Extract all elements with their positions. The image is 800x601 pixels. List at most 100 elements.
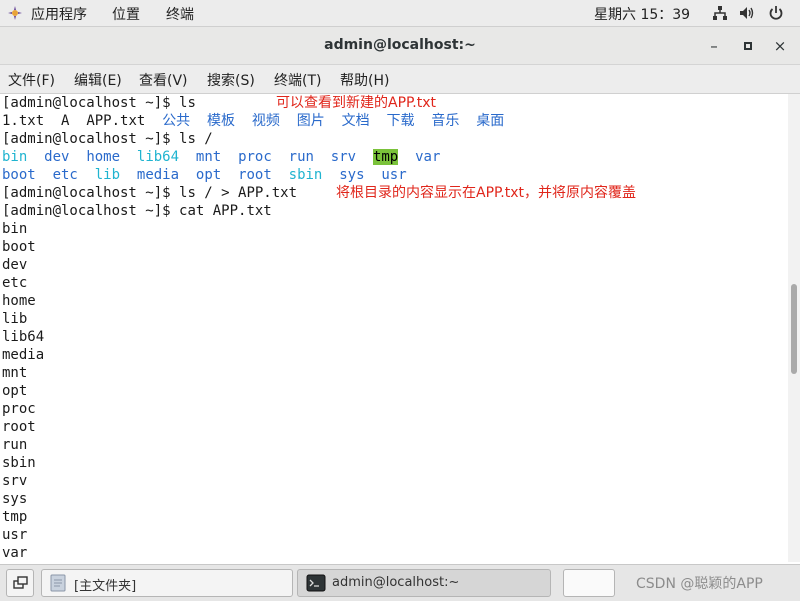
output-line: run [2,437,28,453]
output-line: opt [2,383,28,399]
show-desktop-button[interactable] [6,569,34,597]
output-line: home [2,293,36,309]
places-menu[interactable]: 位置 [112,4,140,24]
link-entry: sbin [288,167,323,183]
terminal-line: [admin@localhost ~]$ ls / > APP.txt [2,184,297,202]
watermark: CSDN @聪颖的APP [636,576,763,592]
taskbar: [主文件夹] admin@localhost:~ CSDN @聪颖的APP [0,564,800,601]
output-line: root [2,419,36,435]
minimize-button[interactable]: – [704,36,724,56]
output-line: usr [2,527,28,543]
prompt: [admin@localhost ~]$ [2,185,180,201]
output-line: etc [2,275,28,291]
dir-entry: 公共 [162,113,191,129]
file-entry: A [61,113,70,129]
dir-entry: 音乐 [431,113,460,129]
dir-entry-highlighted: tmp [372,149,399,165]
terminal-app-menu[interactable]: 终端 [166,4,194,24]
dir-entry: 模板 [207,113,236,129]
close-button[interactable]: × [770,36,790,56]
network-icon[interactable] [711,4,729,22]
dir-entry: srv [330,149,357,165]
terminal-line: [admin@localhost ~]$ cat APP.txt [2,202,272,220]
taskbar-item-home-folder[interactable]: [主文件夹] [41,569,293,597]
dir-entry: usr [381,167,407,183]
output-line: bin [2,221,28,237]
command: ls / > APP.txt [179,185,298,201]
link-entry: bin [2,149,28,165]
maximize-icon [744,42,752,50]
output-line: dev [2,257,28,273]
annotation-note: 将根目录的内容显示在APP.txt，并将原内容覆盖 [336,185,636,201]
output-line: lib [2,311,28,327]
apps-menu-icon[interactable] [7,5,23,21]
dir-entry: opt [195,167,222,183]
dir-entry: sys [339,167,365,183]
terminal-icon [306,574,326,592]
taskbar-item-label: [主文件夹] [74,579,137,594]
top-panel: 应用程序 位置 终端 星期六 15：39 [0,0,800,27]
output-line: proc [2,401,36,417]
prompt: [admin@localhost ~]$ [2,95,180,111]
terminal-output[interactable]: [admin@localhost ~]$ ls 可以查看到新建的APP.txt … [0,94,788,562]
window-titlebar[interactable]: admin@localhost:~ – × [0,27,800,65]
command: ls / [179,131,213,147]
workspace-switcher[interactable] [563,569,615,597]
dir-entry: run [288,149,314,165]
dir-entry: 文档 [341,113,370,129]
menu-terminal[interactable]: 终端(T) [274,70,321,90]
output-line: tmp [2,509,28,525]
window-title: admin@localhost:~ [324,37,476,53]
menu-view[interactable]: 查看(V) [139,70,188,90]
dir-entry: proc [238,149,272,165]
dir-entry: media [136,167,180,183]
dir-entry: mnt [195,149,222,165]
output-line: mnt [2,365,28,381]
file-entry: APP.txt [86,113,146,129]
dir-entry: etc [52,167,78,183]
menubar: 文件(F) 编辑(E) 查看(V) 搜索(S) 终端(T) 帮助(H) [0,65,800,94]
dir-entry: var [415,149,441,165]
output-line: sbin [2,455,36,471]
command: ls [179,95,196,111]
show-desktop-icon [13,576,28,589]
output-line: boot [2,239,36,255]
applications-menu[interactable]: 应用程序 [31,4,87,24]
output-line: sys [2,491,28,507]
maximize-button[interactable] [738,36,758,56]
dir-entry: 图片 [296,113,325,129]
dir-entry: home [86,149,121,165]
power-icon[interactable] [767,4,785,22]
taskbar-item-terminal[interactable]: admin@localhost:~ [297,569,551,597]
scrollbar-thumb[interactable] [791,284,797,374]
terminal-line: [admin@localhost ~]$ ls / [2,130,213,148]
link-entry: lib [94,167,121,183]
menu-help[interactable]: 帮助(H) [340,70,389,90]
volume-icon[interactable] [738,4,756,22]
dir-entry: root [238,167,272,183]
file-entry: 1.txt [2,113,45,129]
dir-entry: boot [2,167,36,183]
dir-entry: 视频 [251,113,280,129]
link-entry: lib64 [136,149,180,165]
terminal-line: bin dev home lib64 mnt proc run srv tmp … [2,148,440,166]
terminal-line: boot etc lib media opt root sbin sys usr [2,166,407,184]
taskbar-item-label: admin@localhost:~ [332,575,460,590]
output-line: lib64 [2,329,45,345]
menu-search[interactable]: 搜索(S) [207,70,255,90]
menu-file[interactable]: 文件(F) [8,70,55,90]
output-line: srv [2,473,28,489]
dir-entry: 桌面 [476,113,505,129]
folder-icon [50,574,66,592]
clock[interactable]: 星期六 15：39 [594,4,690,24]
prompt: [admin@localhost ~]$ [2,131,180,147]
output-line: media [2,347,45,363]
annotation-note: 可以查看到新建的APP.txt [276,95,436,111]
dir-entry: dev [44,149,70,165]
command: cat APP.txt [179,203,272,219]
output-line: var [2,545,28,561]
menu-edit[interactable]: 编辑(E) [74,70,122,90]
terminal-line: [admin@localhost ~]$ ls [2,94,196,112]
terminal-scrollbar[interactable] [788,94,800,562]
dir-entry: 下载 [386,113,415,129]
